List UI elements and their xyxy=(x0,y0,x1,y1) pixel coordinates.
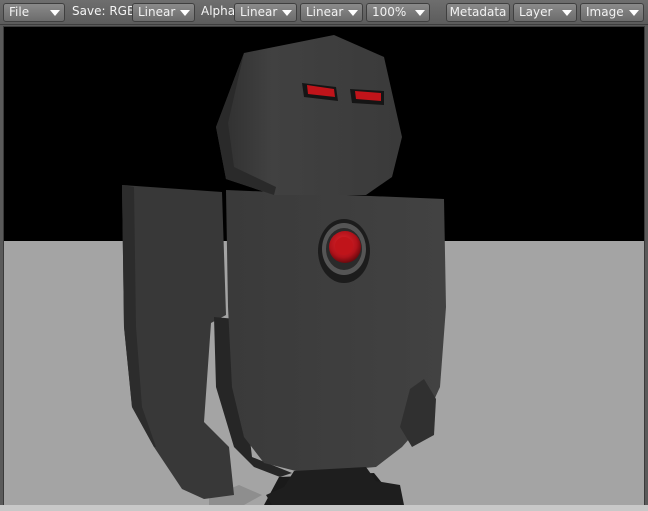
save-mode-value: Linear xyxy=(138,5,176,19)
rendered-image xyxy=(4,27,644,505)
metadata-button[interactable]: Metadata xyxy=(446,3,510,22)
color-space-dropdown[interactable]: Linear xyxy=(300,3,363,22)
alpha-mode-dropdown[interactable]: Linear xyxy=(234,3,297,22)
chevron-down-icon xyxy=(562,10,572,16)
layer-label: Layer xyxy=(519,5,553,19)
chevron-down-icon xyxy=(415,10,425,16)
save-rgb-label: Save: RGB xyxy=(72,4,136,18)
file-menu[interactable]: File xyxy=(3,3,65,22)
save-mode-dropdown[interactable]: Linear xyxy=(132,3,195,22)
toolbar: File Save: RGB Linear Alpha Linear Linea… xyxy=(0,0,648,25)
chevron-down-icon xyxy=(348,10,358,16)
alpha-mode-value: Linear xyxy=(240,5,278,19)
chevron-down-icon xyxy=(282,10,292,16)
color-space-value: Linear xyxy=(306,5,344,19)
chest-light-core xyxy=(335,237,353,255)
robot-head xyxy=(216,35,402,195)
file-menu-label: File xyxy=(9,5,30,19)
image-dropdown[interactable]: Image xyxy=(580,3,644,22)
render-viewport[interactable] xyxy=(3,26,645,506)
chevron-down-icon xyxy=(50,10,60,16)
status-strip xyxy=(0,505,648,511)
alpha-label: Alpha xyxy=(201,4,236,18)
chevron-down-icon xyxy=(629,10,639,16)
image-viewer-window: File Save: RGB Linear Alpha Linear Linea… xyxy=(0,0,648,511)
layer-dropdown[interactable]: Layer xyxy=(513,3,577,22)
chevron-down-icon xyxy=(180,10,190,16)
zoom-value: 100% xyxy=(372,5,407,19)
zoom-dropdown[interactable]: 100% xyxy=(366,3,430,22)
image-label: Image xyxy=(586,5,624,19)
